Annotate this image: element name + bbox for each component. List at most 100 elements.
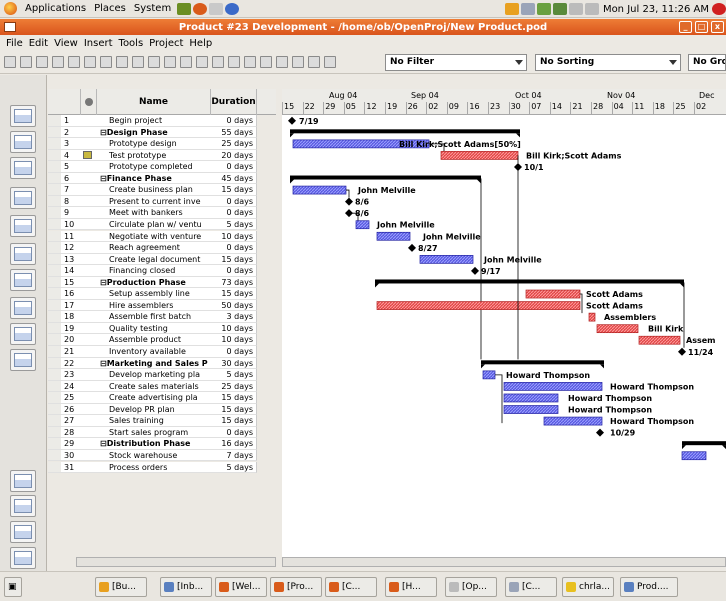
bar-label[interactable]: 8/6 xyxy=(355,198,369,207)
task-name[interactable]: Start sales program xyxy=(97,426,211,439)
task-bar[interactable] xyxy=(482,370,496,380)
cut-icon[interactable] xyxy=(84,56,96,68)
table-row[interactable]: 19 Quality testing 10 days xyxy=(48,322,276,335)
show-desktop-button[interactable]: ▣ xyxy=(4,577,22,597)
resource-usage-button[interactable] xyxy=(10,215,36,237)
task-duration[interactable]: 0 days xyxy=(211,242,257,254)
bar-label[interactable]: 7/19 xyxy=(299,117,319,126)
task-name[interactable]: Process orders xyxy=(97,461,211,473)
bar-label[interactable]: Scott Adams xyxy=(586,302,643,311)
task-name[interactable]: Negotiate with venture xyxy=(97,230,211,242)
task-duration[interactable]: 0 days xyxy=(211,207,257,219)
table-horizontal-scrollbar[interactable] xyxy=(76,557,276,567)
next-icon[interactable] xyxy=(324,56,336,68)
task-duration[interactable]: 0 days xyxy=(211,195,257,208)
table-row[interactable]: 15 ⊟Production Phase 73 days xyxy=(48,276,276,289)
bar-label[interactable]: John Melville xyxy=(422,232,481,241)
table-row[interactable]: 20 Assemble product 10 days xyxy=(48,334,276,346)
table-row[interactable]: 12 Reach agreement 0 days xyxy=(48,242,276,254)
gantt-horizontal-scrollbar[interactable] xyxy=(282,557,726,567)
task-bar[interactable] xyxy=(588,312,596,322)
task-duration[interactable]: 15 days xyxy=(211,288,257,300)
paste-icon[interactable] xyxy=(116,56,128,68)
task-name[interactable]: Create business plan xyxy=(97,184,211,196)
row-selector[interactable] xyxy=(48,218,61,231)
filter-select[interactable]: No Filter xyxy=(385,54,527,71)
task-duration[interactable]: 15 days xyxy=(211,184,257,196)
row-selector[interactable] xyxy=(48,426,61,439)
previous-icon[interactable] xyxy=(308,56,320,68)
bar-label[interactable]: John Melville xyxy=(483,255,542,264)
charts-button[interactable] xyxy=(10,495,36,517)
task-name[interactable]: Stock warehouse xyxy=(97,449,211,462)
report-button[interactable] xyxy=(10,297,36,319)
table-row[interactable]: 29 ⊟Distribution Phase 16 days xyxy=(48,438,276,450)
row-selector[interactable] xyxy=(48,415,61,427)
task-duration[interactable]: 50 days xyxy=(211,299,257,312)
scroll-to-task-icon[interactable] xyxy=(292,56,304,68)
row-selector[interactable] xyxy=(48,276,61,289)
task-name[interactable]: Test prototype xyxy=(97,149,211,162)
table-row[interactable]: 14 Financing closed 0 days xyxy=(48,265,276,277)
maximize-button[interactable]: □ xyxy=(695,21,708,33)
task-name[interactable]: Setup assembly line xyxy=(97,288,211,300)
row-selector[interactable] xyxy=(48,242,61,254)
summary-bar-cap[interactable] xyxy=(600,364,604,369)
bar-label[interactable]: Howard Thompson xyxy=(610,382,694,391)
table-row[interactable]: 2 ⊟Design Phase 55 days xyxy=(48,126,276,139)
task-duration[interactable]: 10 days xyxy=(211,334,257,346)
bar-label[interactable]: 11/24 xyxy=(688,348,714,357)
task-name[interactable]: Meet with bankers xyxy=(97,207,211,219)
table-row[interactable]: 6 ⊟Finance Phase 45 days xyxy=(48,172,276,185)
task-name[interactable]: Circulate plan w/ ventu xyxy=(97,218,211,231)
row-selector[interactable] xyxy=(48,138,61,150)
search-icon[interactable] xyxy=(520,3,535,15)
summary-bar-cap[interactable] xyxy=(682,445,686,450)
undo-icon[interactable] xyxy=(132,56,144,68)
table-row[interactable]: 3 Prototype design 25 days xyxy=(48,138,276,150)
row-selector[interactable] xyxy=(48,161,61,173)
bar-label[interactable]: Scott Adams xyxy=(586,290,643,299)
calendar-icon[interactable] xyxy=(244,56,256,68)
task-bar[interactable] xyxy=(355,220,370,230)
task-bar[interactable] xyxy=(681,451,707,461)
taskbar-window-button[interactable]: Prod.... xyxy=(620,577,678,597)
bar-label[interactable]: John Melville xyxy=(376,221,435,230)
task-duration[interactable]: 7 days xyxy=(211,449,257,462)
table-row[interactable]: 17 Hire assemblers 50 days xyxy=(48,299,276,312)
taskbar-window-button[interactable]: [C... xyxy=(325,577,377,597)
print-icon[interactable] xyxy=(52,56,64,68)
new-icon[interactable] xyxy=(4,56,16,68)
zoom-in-icon[interactable] xyxy=(260,56,272,68)
task-duration[interactable]: 30 days xyxy=(211,357,257,370)
summary-bar-cap[interactable] xyxy=(680,283,684,288)
row-selector[interactable] xyxy=(48,369,61,381)
row-selector[interactable] xyxy=(48,392,61,404)
duration-column-header[interactable]: Duration xyxy=(211,89,257,115)
task-bar[interactable] xyxy=(503,393,559,403)
tracking-gantt-button[interactable] xyxy=(10,131,36,153)
task-info-icon[interactable] xyxy=(196,56,208,68)
bar-label[interactable]: Howard Thompson xyxy=(568,394,652,403)
task-duration[interactable]: 25 days xyxy=(211,380,257,393)
table-row[interactable]: 8 Present to current inve 0 days xyxy=(48,195,276,208)
task-name[interactable]: Hire assemblers xyxy=(97,299,211,312)
table-row[interactable]: 28 Start sales program 0 days xyxy=(48,426,276,439)
group-select[interactable]: No Grou xyxy=(688,54,726,71)
task-duration[interactable]: 3 days xyxy=(211,311,257,323)
summary-bar[interactable] xyxy=(290,129,520,134)
bar-label[interactable]: Bill Kirk xyxy=(648,325,684,334)
task-duration[interactable]: 73 days xyxy=(211,276,257,289)
resource-sheet-button[interactable] xyxy=(10,187,36,209)
summary-bar[interactable] xyxy=(481,360,604,365)
table-row[interactable]: 27 Sales training 15 days xyxy=(48,415,276,427)
row-selector[interactable] xyxy=(48,346,61,358)
row-selector[interactable] xyxy=(48,334,61,346)
bar-label[interactable]: Bill Kirk;Scott Adams[50%] xyxy=(399,140,521,149)
menu-tools[interactable]: Tools xyxy=(119,38,144,49)
task-name[interactable]: ⊟Design Phase xyxy=(97,126,211,139)
task-duration[interactable]: 15 days xyxy=(211,253,257,266)
summary-bar[interactable] xyxy=(682,441,726,446)
row-selector[interactable] xyxy=(48,207,61,219)
menu-file[interactable]: File xyxy=(6,38,23,49)
